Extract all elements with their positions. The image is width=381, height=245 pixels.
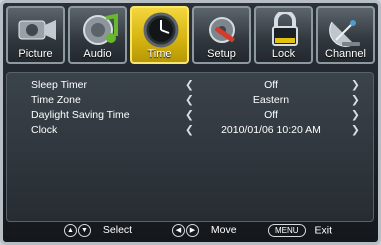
right-arrow-icon: ▶ [186,224,199,237]
music-note-icon [83,13,118,45]
tab-bar: Picture Audio Time Setup Lock Channel [6,6,375,70]
tab-label: Lock [271,48,296,60]
settings-panel: Sleep Timer ❮ Off ❯ Time Zone ❮ Eastern … [6,72,374,222]
setting-name: Clock [31,124,58,136]
chevron-left-icon[interactable]: ❮ [185,109,194,121]
camcorder-icon [18,20,56,40]
footer-bar: ▲ ▼ Select ◀ ▶ Move MENU Exit [6,222,372,240]
tab-label: Setup [207,48,236,60]
menu-key-icon: MENU [268,224,306,237]
move-label: Move [210,224,237,237]
chevron-left-icon[interactable]: ❮ [185,79,194,91]
left-arrow-icon: ◀ [172,224,185,237]
chevron-left-icon[interactable]: ❮ [185,124,194,136]
up-arrow-icon: ▲ [64,224,77,237]
tab-audio[interactable]: Audio [68,6,127,64]
footer-move: ◀ ▶ Move [172,224,237,237]
tab-setup[interactable]: Setup [192,6,251,64]
satellite-dish-icon [329,20,360,47]
tab-label: Audio [83,48,112,60]
footer-select: ▲ ▼ Select [64,224,132,237]
down-arrow-icon: ▼ [78,224,91,237]
setting-value: Off [264,109,278,121]
chevron-right-icon[interactable]: ❯ [351,79,360,91]
setting-name: Time Zone [31,94,81,106]
setting-name: Daylight Saving Time [31,109,130,121]
chevron-right-icon[interactable]: ❯ [351,94,360,106]
setting-row-sleep-timer[interactable]: Sleep Timer ❮ Off ❯ [31,79,371,94]
tab-picture[interactable]: Picture [6,6,65,64]
padlock-icon [272,12,298,46]
tab-label: Channel [325,48,366,60]
chevron-left-icon[interactable]: ❮ [185,94,194,106]
chevron-right-icon[interactable]: ❯ [351,109,360,121]
tab-time[interactable]: Time [130,6,189,64]
clock-icon [143,12,179,48]
tab-label: Time [147,48,172,60]
setting-value: 2010/01/06 10:20 AM [221,124,321,136]
select-label: Select [102,224,133,237]
tab-label: Picture [18,48,53,60]
setting-row-daylight-saving-time[interactable]: Daylight Saving Time ❮ Off ❯ [31,109,371,124]
setting-name: Sleep Timer [31,79,88,91]
tools-icon [209,17,235,43]
exit-label: Exit [314,224,332,237]
tab-lock[interactable]: Lock [254,6,313,64]
chevron-right-icon[interactable]: ❯ [351,124,360,136]
footer-exit: MENU Exit [268,224,332,237]
setting-row-clock[interactable]: Clock ❮ 2010/01/06 10:20 AM ❯ [31,124,371,139]
setting-value: Off [264,79,278,91]
setting-value: Eastern [252,94,290,106]
tab-channel[interactable]: Channel [316,6,375,64]
setting-row-time-zone[interactable]: Time Zone ❮ Eastern ❯ [31,94,371,109]
